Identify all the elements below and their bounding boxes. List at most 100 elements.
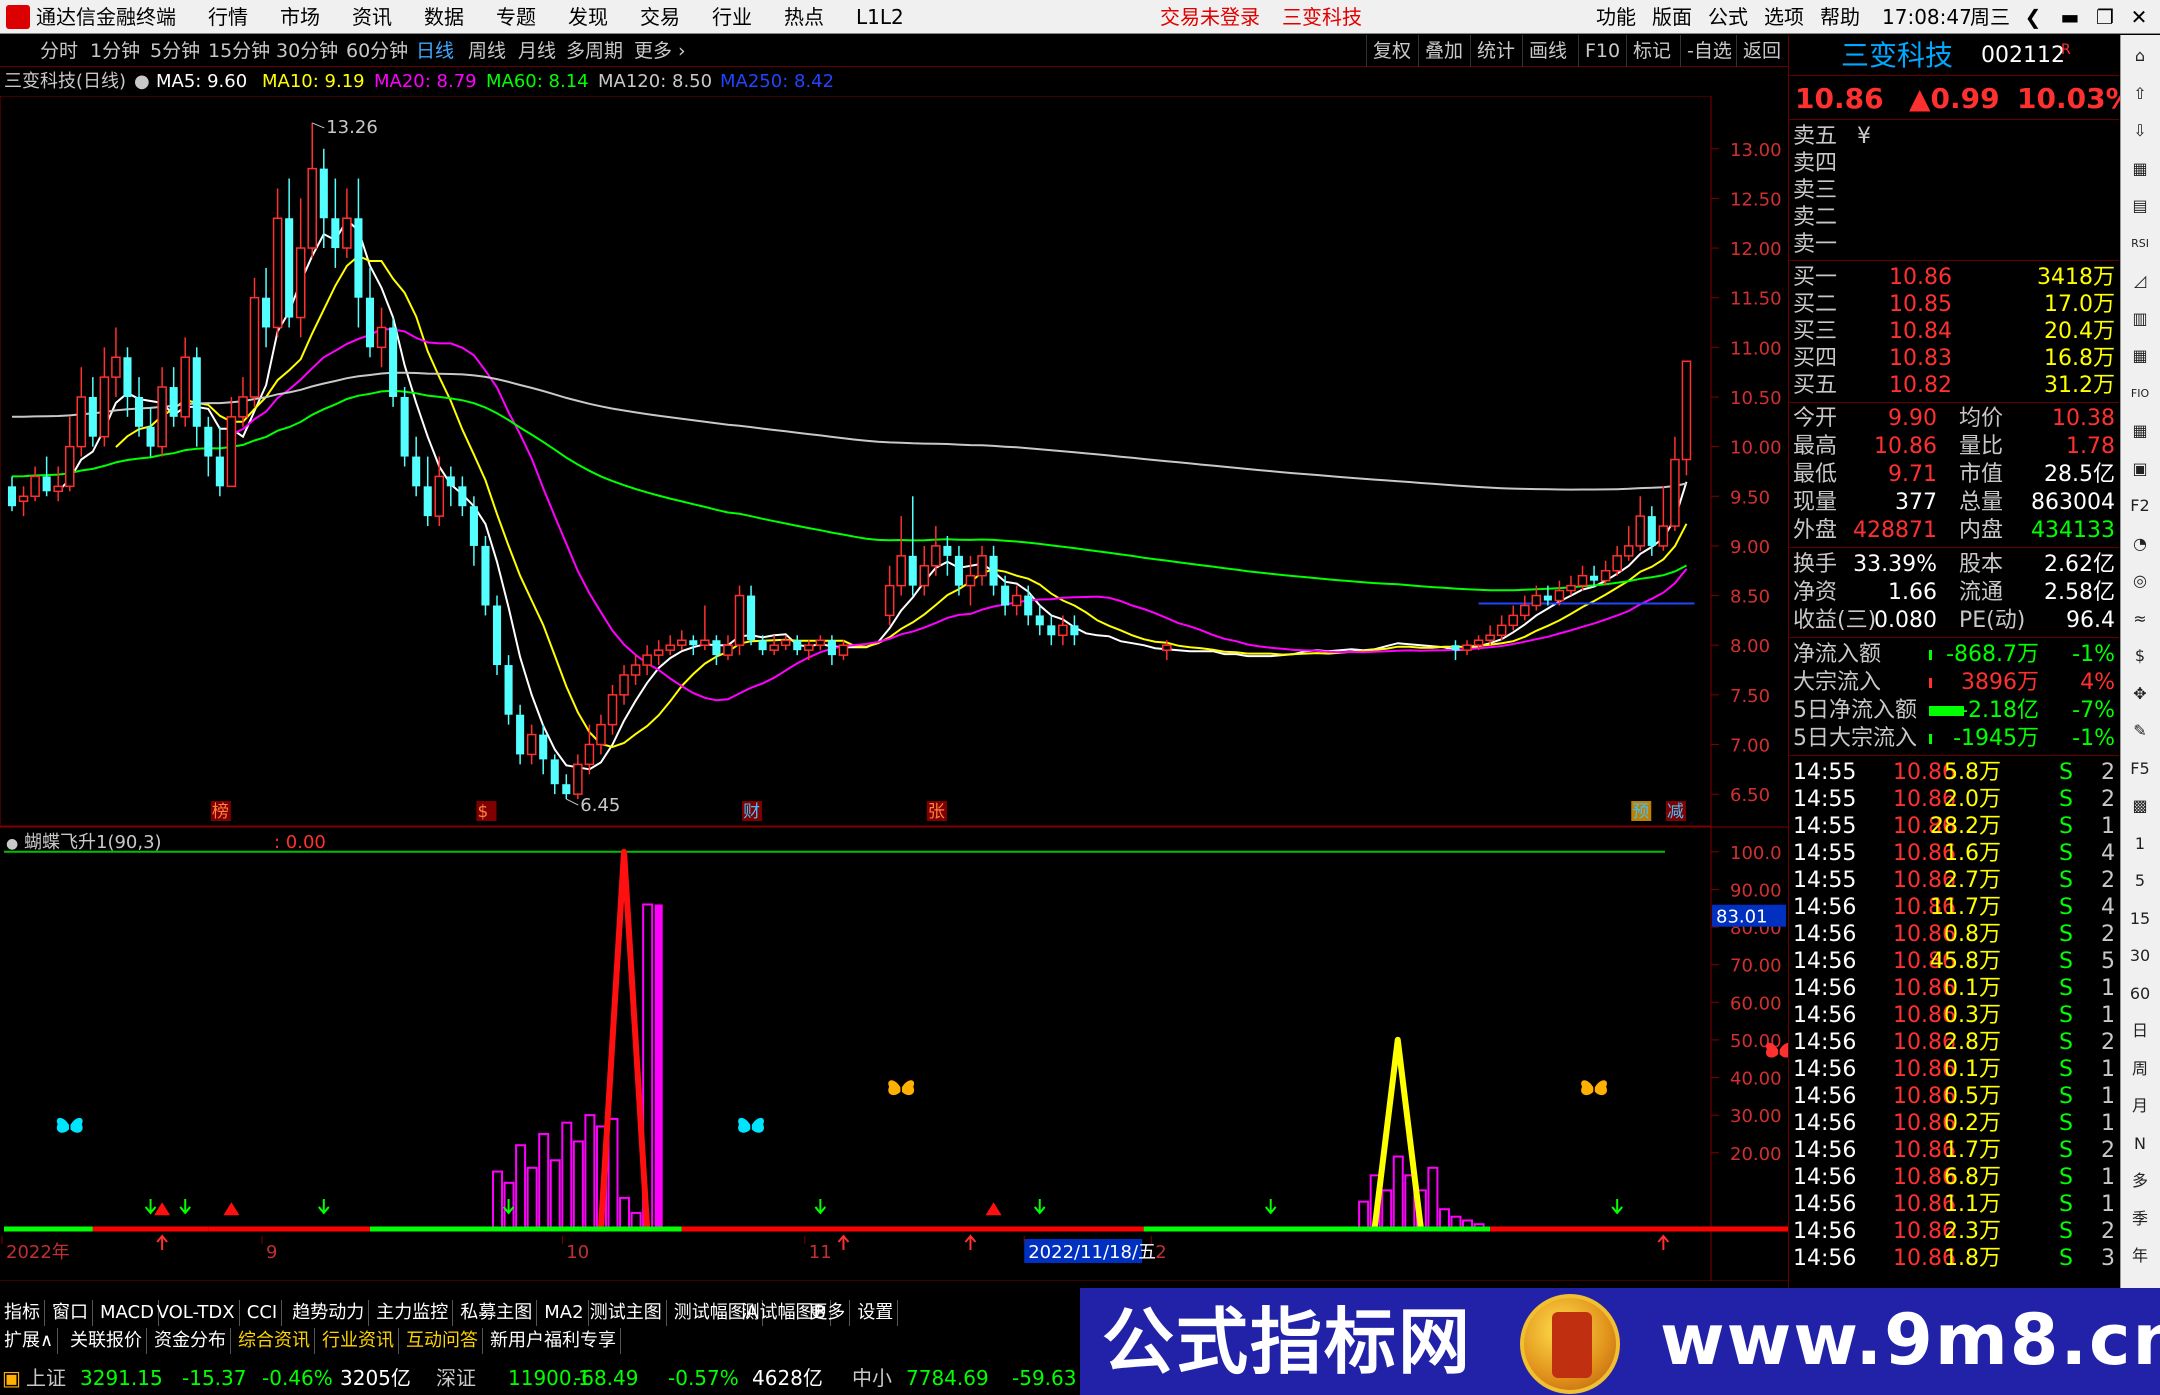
period-tab[interactable]: 60分钟: [346, 35, 408, 67]
sidebar-tool-icon[interactable]: 日: [2125, 1016, 2155, 1046]
indicator-tab[interactable]: MACD: [96, 1300, 159, 1326]
sidebar-tool-icon[interactable]: 15: [2125, 904, 2155, 934]
menu-item[interactable]: 公式: [1708, 0, 1748, 34]
sidebar-tool-icon[interactable]: 1: [2125, 829, 2155, 859]
indicator-tab[interactable]: MA2: [540, 1300, 589, 1326]
period-tab[interactable]: 多周期: [566, 35, 623, 67]
sidebar-tool-icon[interactable]: 5: [2125, 866, 2155, 896]
sidebar-tool-icon[interactable]: 年: [2125, 1241, 2155, 1271]
sidebar-tool-icon[interactable]: ▦: [2125, 416, 2155, 446]
extend-tab[interactable]: 资金分布: [150, 1328, 231, 1354]
sidebar-tool-icon[interactable]: ▦: [2125, 154, 2155, 184]
menu-item[interactable]: 帮助: [1820, 0, 1860, 34]
sidebar-tool-icon[interactable]: 周: [2125, 1054, 2155, 1084]
tick-side: S: [2059, 1057, 2073, 1082]
period-tab[interactable]: 30分钟: [276, 35, 338, 67]
menu-item[interactable]: 行业: [712, 0, 752, 34]
extend-tab[interactable]: 关联报价: [66, 1328, 147, 1354]
extend-tab[interactable]: 行业资讯: [318, 1328, 399, 1354]
sidebar-tool-icon[interactable]: ⇩: [2125, 116, 2155, 146]
sidebar-tool-icon[interactable]: FIO: [2125, 379, 2155, 409]
tick-volume: 1.7万: [1944, 1138, 2001, 1163]
period-tab[interactable]: 分时: [40, 35, 78, 67]
menu-item[interactable]: 数据: [424, 0, 464, 34]
candle-body: [516, 714, 525, 755]
sidebar-tool-icon[interactable]: F5: [2125, 754, 2155, 784]
period-more[interactable]: 更多 ›: [634, 35, 686, 67]
indicator-tab[interactable]: 私募主图: [456, 1300, 538, 1326]
sidebar-tool-icon[interactable]: ⌂: [2125, 41, 2155, 71]
candle-body: [550, 759, 559, 785]
sidebar-tool-icon[interactable]: ▣: [2125, 454, 2155, 484]
sidebar-tool-icon[interactable]: F2: [2125, 491, 2155, 521]
chart-area[interactable]: 13.00 12.50 12.00 11.50 11.00 10.50 10.00 9.50 9…: [0, 96, 1790, 1281]
period-tab[interactable]: 15分钟: [208, 35, 270, 67]
tool-button[interactable]: 复权: [1366, 35, 1411, 67]
tool-button[interactable]: 画线: [1522, 35, 1567, 67]
sidebar-tool-icon[interactable]: ▩: [2125, 791, 2155, 821]
sidebar-tool-icon[interactable]: RSI: [2125, 229, 2155, 259]
sidebar-tool-icon[interactable]: ✥: [2125, 679, 2155, 709]
menu-item[interactable]: 资讯: [352, 0, 392, 34]
menu-item[interactable]: 发现: [568, 0, 608, 34]
indicator-tab[interactable]: 趋势动力: [288, 1300, 370, 1326]
period-tab[interactable]: 月线: [518, 35, 556, 67]
indicator-tab[interactable]: 指标: [0, 1300, 45, 1326]
close-icon[interactable]: ✕: [2124, 0, 2154, 34]
sidebar-tool-icon[interactable]: ◿: [2125, 266, 2155, 296]
indicator-tab[interactable]: 窗口: [48, 1300, 93, 1326]
menu-item[interactable]: 专题: [496, 0, 536, 34]
indicator-tab[interactable]: 设置: [853, 1300, 899, 1326]
tool-button[interactable]: 统计: [1470, 35, 1515, 67]
menu-item[interactable]: 热点: [784, 0, 824, 34]
menu-item[interactable]: L1L2: [856, 0, 904, 34]
sidebar-tool-icon[interactable]: 月: [2125, 1091, 2155, 1121]
menu-item[interactable]: 行情: [208, 0, 248, 34]
sidebar-tool-icon[interactable]: $: [2125, 641, 2155, 671]
indicator-tab[interactable]: 主力监控: [372, 1300, 454, 1326]
sidebar-tool-icon[interactable]: 多: [2125, 1166, 2155, 1196]
sidebar-tool-icon[interactable]: 30: [2125, 941, 2155, 971]
sidebar-tool-icon[interactable]: ◎: [2125, 566, 2155, 596]
extend-tab[interactable]: 新用户福利专享: [486, 1328, 621, 1354]
sidebar-tool-icon[interactable]: ▦: [2125, 341, 2155, 371]
extend-tab[interactable]: 互动问答: [402, 1328, 483, 1354]
period-tab[interactable]: 1分钟: [90, 35, 140, 67]
period-tab[interactable]: 5分钟: [150, 35, 200, 67]
sidebar-tool-icon[interactable]: ▤: [2125, 191, 2155, 221]
sidebar-tool-icon[interactable]: 季: [2125, 1204, 2155, 1234]
legend-toggle-icon[interactable]: ●: [134, 68, 150, 96]
tool-button[interactable]: 叠加: [1418, 35, 1463, 67]
sidebar-tool-icon[interactable]: 60: [2125, 979, 2155, 1009]
tick-row: 14:55 10.86 2.0万 S 2: [1789, 786, 2119, 814]
period-tab-selected[interactable]: 日线: [416, 35, 454, 67]
sidebar-tool-icon[interactable]: N: [2125, 1129, 2155, 1159]
extend-tab[interactable]: 扩展∧: [0, 1328, 59, 1354]
restore-icon[interactable]: ❐: [2090, 0, 2120, 34]
tool-button[interactable]: F10: [1578, 35, 1620, 67]
tool-button[interactable]: 标记: [1626, 35, 1671, 67]
indicator-tab[interactable]: CCI: [243, 1300, 283, 1326]
back-icon[interactable]: ❮: [2018, 0, 2048, 34]
tool-button[interactable]: 返回: [1736, 35, 1781, 67]
tick-row: 14:55 10.86 5.8万 S 2: [1789, 759, 2119, 787]
sidebar-tool-icon[interactable]: ◔: [2125, 529, 2155, 559]
menu-item[interactable]: 市场: [280, 0, 320, 34]
sidebar-tool-icon[interactable]: ⇧: [2125, 79, 2155, 109]
menu-item[interactable]: 版面: [1652, 0, 1692, 34]
indicator-tab[interactable]: 更多: [805, 1300, 851, 1326]
extend-tab[interactable]: 综合资讯: [234, 1328, 315, 1354]
menu-item[interactable]: 功能: [1596, 0, 1636, 34]
tool-button[interactable]: -自选: [1680, 35, 1732, 67]
sidebar-tool-icon[interactable]: ▥: [2125, 304, 2155, 334]
indicator-tab[interactable]: 测试主图: [586, 1300, 667, 1326]
minimize-icon[interactable]: ▬: [2055, 0, 2085, 34]
menu-item[interactable]: 选项: [1764, 0, 1804, 34]
trade-status[interactable]: 交易未登录: [1160, 0, 1260, 34]
period-tab[interactable]: 周线: [468, 35, 506, 67]
sidebar-tool-icon[interactable]: ✎: [2125, 716, 2155, 746]
sidebar-tool-icon[interactable]: ≈: [2125, 604, 2155, 634]
indicator-tab[interactable]: VOL-TDX: [153, 1300, 240, 1326]
menu-item[interactable]: 交易: [640, 0, 680, 34]
indicator-bar: [1427, 1166, 1439, 1230]
